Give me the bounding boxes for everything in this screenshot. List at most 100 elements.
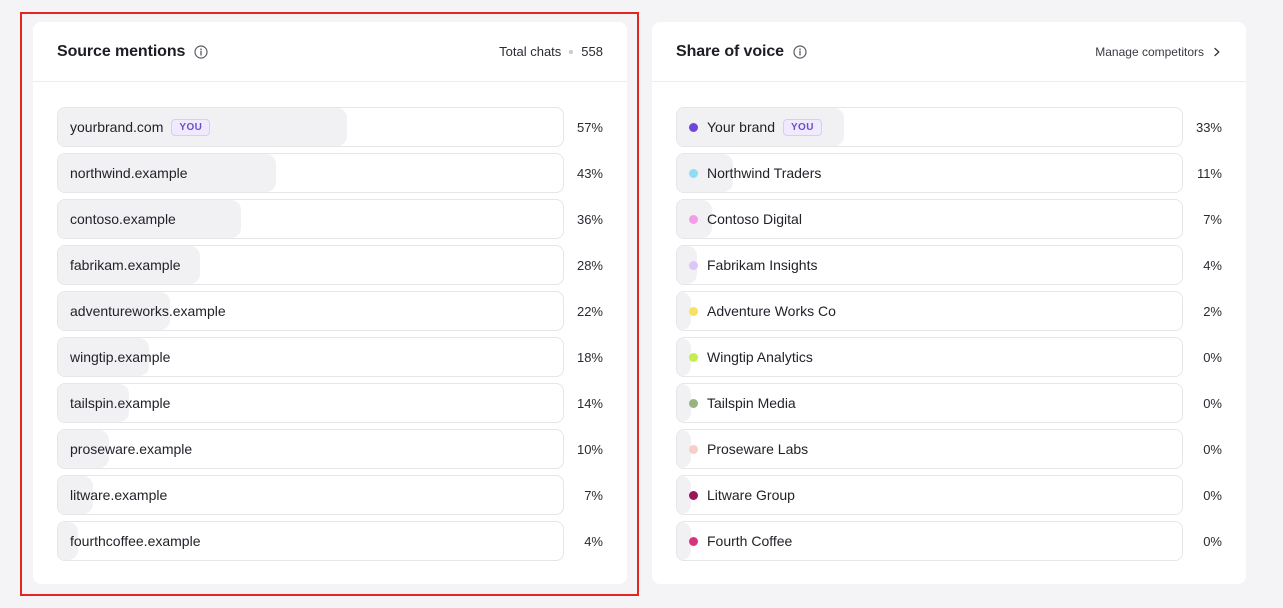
progress-bar-track: fabrikam.example [57,245,564,285]
manage-competitors-label: Manage competitors [1095,44,1204,59]
item-percentage: 7% [584,487,603,503]
progress-bar-track: proseware.example [57,429,564,469]
legend-dot [689,398,698,408]
list-item[interactable]: Northwind Traders 11% [676,153,1222,193]
progress-bar-track: yourbrand.com YOU [57,107,564,147]
list-item[interactable]: litware.example 7% [57,475,603,515]
item-percentage: 14% [576,395,603,411]
source-mentions-card: Source mentions Total chats 558 yourbran… [33,22,627,584]
progress-bar-track: tailspin.example [57,383,564,423]
legend-dot [689,214,698,224]
progress-bar-track: Fabrikam Insights [676,245,1183,285]
progress-bar-track: northwind.example [57,153,564,193]
share-of-voice-header: Share of voice Manage competitors [652,22,1246,82]
item-percentage: 0% [1203,487,1222,503]
list-item[interactable]: adventureworks.example 22% [57,291,603,331]
total-chats-value: 558 [581,44,603,59]
list-item[interactable]: Wingtip Analytics 0% [676,337,1222,377]
item-label: Fourth Coffee [707,533,793,549]
item-percentage: 57% [576,119,603,135]
legend-dot [689,306,698,316]
share-of-voice-list: Your brand YOU 33% Northwind Traders 11% Cont… [652,82,1246,561]
legend-dot [689,444,698,454]
share-of-voice-card: Share of voice Manage competitors Your b… [652,22,1246,584]
chevron-right-icon [1212,47,1222,57]
item-percentage: 0% [1203,533,1222,549]
item-label: yourbrand.com [70,119,164,135]
item-label: Contoso Digital [707,211,802,227]
item-label: Tailspin Media [707,395,796,411]
progress-bar-track: litware.example [57,475,564,515]
item-label: contoso.example [70,211,176,227]
progress-bar-track: wingtip.example [57,337,564,377]
item-percentage: 22% [576,303,603,319]
list-item[interactable]: tailspin.example 14% [57,383,603,423]
item-percentage: 33% [1195,119,1222,135]
list-item[interactable]: wingtip.example 18% [57,337,603,377]
progress-bar-track: Your brand YOU [676,107,1183,147]
item-label: fabrikam.example [70,257,181,273]
list-item[interactable]: Fabrikam Insights 4% [676,245,1222,285]
item-label: Northwind Traders [707,165,822,181]
item-percentage: 43% [576,165,603,181]
list-item[interactable]: fourthcoffee.example 4% [57,521,603,561]
progress-bar-track: Litware Group [676,475,1183,515]
progress-bar-track: Northwind Traders [676,153,1183,193]
item-label: Your brand [707,119,775,135]
item-percentage: 0% [1203,395,1222,411]
share-of-voice-title: Share of voice [676,42,784,60]
list-item[interactable]: Litware Group 0% [676,475,1222,515]
item-percentage: 4% [1203,257,1222,273]
source-mentions-header: Source mentions Total chats 558 [33,22,627,82]
manage-competitors-link[interactable]: Manage competitors [1095,45,1222,59]
progress-bar-track: Fourth Coffee [676,521,1183,561]
total-chats-label: Total chats [499,44,562,59]
total-chats: Total chats 558 [499,44,603,59]
list-item[interactable]: contoso.example 36% [57,199,603,239]
list-item[interactable]: Proseware Labs 0% [676,429,1222,469]
item-label: proseware.example [70,441,193,457]
legend-dot [689,260,698,270]
legend-dot [689,490,698,500]
progress-bar-track: contoso.example [57,199,564,239]
info-icon[interactable] [793,44,807,59]
item-label: northwind.example [70,165,188,181]
progress-bar-track: adventureworks.example [57,291,564,331]
item-percentage: 7% [1203,211,1222,227]
legend-dot [689,122,698,132]
item-label: Adventure Works Co [707,303,836,319]
progress-bar-track: Proseware Labs [676,429,1183,469]
source-mentions-list: yourbrand.com YOU 57% northwind.example 43% c… [33,82,627,561]
list-item[interactable]: yourbrand.com YOU 57% [57,107,603,147]
item-label: Fabrikam Insights [707,257,818,273]
item-label: fourthcoffee.example [70,533,201,549]
item-percentage: 4% [584,533,603,549]
item-percentage: 10% [576,441,603,457]
you-badge: YOU [171,118,211,136]
item-percentage: 0% [1203,441,1222,457]
legend-dot [689,168,698,178]
item-percentage: 2% [1203,303,1222,319]
progress-bar-track: Contoso Digital [676,199,1183,239]
item-label: tailspin.example [70,395,171,411]
list-item[interactable]: northwind.example 43% [57,153,603,193]
list-item[interactable]: Your brand YOU 33% [676,107,1222,147]
you-badge: YOU [782,118,822,136]
item-label: litware.example [70,487,168,503]
list-item[interactable]: proseware.example 10% [57,429,603,469]
item-percentage: 18% [576,349,603,365]
info-icon[interactable] [194,44,208,59]
separator-dot [569,49,574,54]
item-percentage: 0% [1203,349,1222,365]
list-item[interactable]: Tailspin Media 0% [676,383,1222,423]
list-item[interactable]: Adventure Works Co 2% [676,291,1222,331]
item-percentage: 28% [576,257,603,273]
progress-bar-track: Wingtip Analytics [676,337,1183,377]
list-item[interactable]: fabrikam.example 28% [57,245,603,285]
legend-dot [689,536,698,546]
item-label: wingtip.example [70,349,171,365]
item-percentage: 11% [1196,165,1222,181]
list-item[interactable]: Contoso Digital 7% [676,199,1222,239]
progress-bar-track: fourthcoffee.example [57,521,564,561]
list-item[interactable]: Fourth Coffee 0% [676,521,1222,561]
